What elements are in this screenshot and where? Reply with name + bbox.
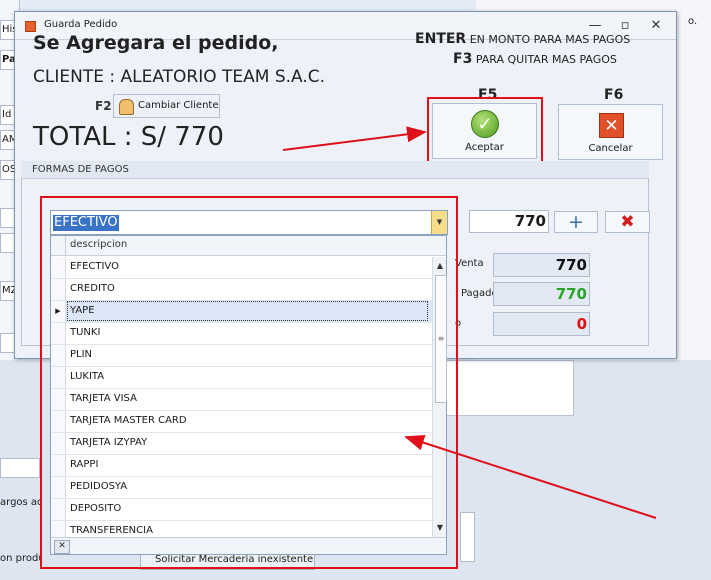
arrow-to-accept: [282, 126, 427, 151]
arrow-to-list: [404, 434, 657, 519]
annotation-arrows: [282, 126, 657, 519]
